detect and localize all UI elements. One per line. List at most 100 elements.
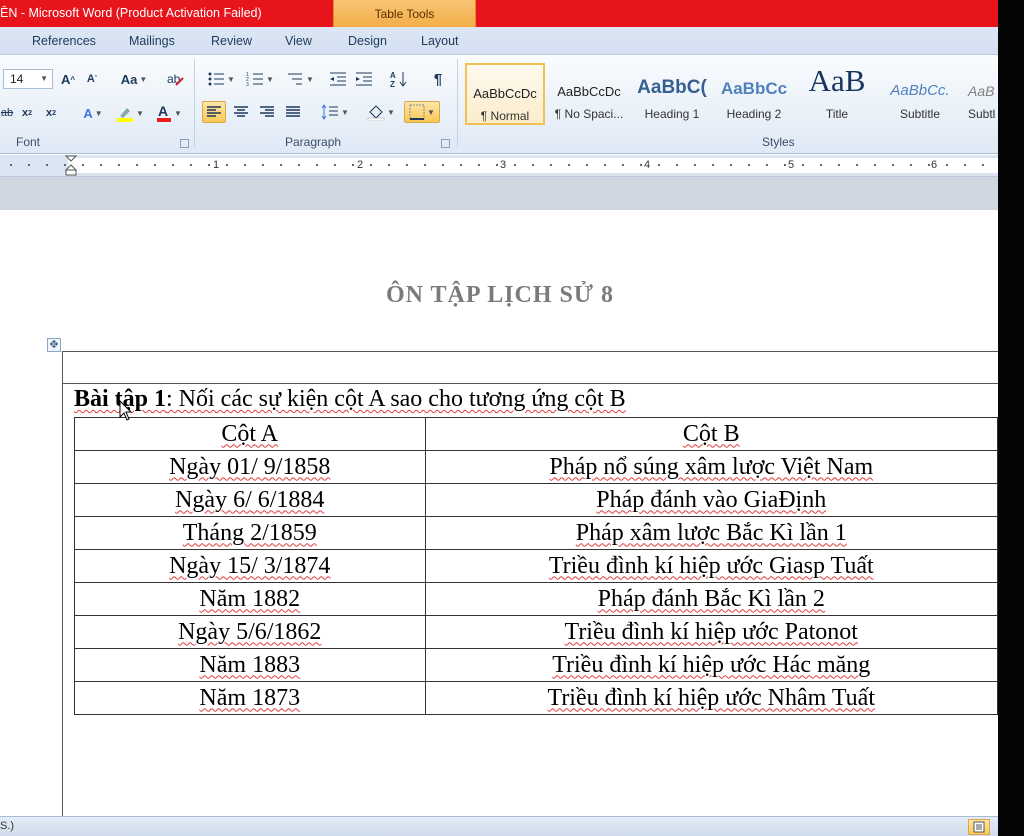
style-title[interactable]: AaB Title — [797, 63, 877, 125]
table-cell[interactable]: Triều đình kí hiệp ước Giasp Tuất — [424, 549, 998, 583]
ruler-tick — [460, 164, 462, 166]
ruler-tick — [370, 164, 372, 166]
highlight-color-button[interactable]: ▼ — [113, 102, 147, 124]
ruler-tick — [676, 164, 678, 166]
ruler-tick — [604, 164, 606, 166]
justify-button[interactable] — [282, 101, 304, 123]
ruler-tick — [352, 164, 354, 166]
ruler-tick — [388, 164, 390, 166]
line-spacing-button[interactable]: ▼ — [318, 101, 352, 123]
table-cell[interactable]: Triều đình kí hiệp ước Patonot — [424, 615, 998, 649]
table-cell[interactable]: Pháp đánh Bắc Kì lần 2 — [424, 582, 998, 616]
bullets-icon — [208, 72, 225, 86]
table-move-handle-icon[interactable]: ✥ — [47, 338, 61, 352]
table-cell[interactable]: Pháp đánh vào GiaĐịnh — [424, 483, 998, 517]
align-right-button[interactable] — [256, 101, 278, 123]
multilevel-list-button[interactable]: ▼ — [282, 68, 318, 90]
tab-review[interactable]: Review — [211, 34, 252, 48]
column-a-header[interactable]: Cột A — [74, 417, 426, 451]
change-case-button[interactable]: Aa ▼ — [118, 68, 150, 90]
table-cell[interactable]: Năm 1873 — [74, 681, 426, 715]
ruler-tick — [334, 164, 336, 166]
cell-text: Pháp đánh vào GiaĐịnh — [596, 486, 827, 513]
ruler-tick — [46, 164, 48, 166]
ruler-tick — [568, 164, 570, 166]
ruler-number: 6 — [931, 159, 938, 171]
tab-references[interactable]: References — [32, 34, 96, 48]
print-layout-view-button[interactable] — [968, 819, 990, 835]
tab-layout[interactable]: Layout — [421, 34, 459, 48]
table-cell[interactable]: Triều đình kí hiệp ước Hác măng — [424, 648, 998, 682]
font-color-button[interactable]: A ▼ — [152, 102, 186, 124]
style-subtitle[interactable]: AaBbCc. Subtitle — [880, 63, 960, 125]
ruler-tick — [208, 164, 210, 166]
svg-text:ab: ab — [167, 72, 181, 86]
subscript-button[interactable]: x2 — [18, 102, 36, 124]
table-cell[interactable]: Năm 1883 — [74, 648, 426, 682]
document-heading: ÔN TẬP LỊCH SỬ 8 — [385, 282, 615, 308]
styles-group-label: Styles — [762, 135, 795, 149]
indent-marker-icon[interactable] — [64, 155, 78, 177]
show-formatting-button[interactable]: ¶ — [428, 68, 448, 90]
style-heading-2[interactable]: AaBbCc Heading 2 — [714, 63, 794, 125]
tab-design[interactable]: Design — [348, 34, 387, 48]
tab-mailings[interactable]: Mailings — [129, 34, 175, 48]
ruler-tick — [946, 164, 948, 166]
shrink-font-button[interactable]: Aˇ — [82, 68, 102, 90]
cell-text: Ngày 15/ 3/1874 — [169, 552, 331, 579]
table-cell[interactable]: Tháng 2/1859 — [74, 516, 426, 550]
increase-indent-button[interactable] — [353, 68, 375, 90]
shading-button[interactable]: ▼ — [364, 101, 398, 123]
ruler-tick — [244, 164, 246, 166]
mouse-pointer-icon — [119, 400, 133, 421]
strikethrough-button[interactable]: ab — [0, 102, 14, 124]
clear-formatting-button[interactable]: ab — [163, 68, 187, 90]
ruler-tick — [820, 164, 822, 166]
font-size-combo[interactable]: 14 ▼ — [3, 69, 53, 89]
table-cell[interactable]: Ngày 15/ 3/1874 — [74, 549, 426, 583]
ruler-tick — [838, 164, 840, 166]
style-name: Title — [825, 107, 849, 121]
ruler-tick — [622, 164, 624, 166]
document-page[interactable]: ÔN TẬP LỊCH SỬ 8 ✥ Bài tập 1: Nối các sự… — [0, 210, 1002, 821]
style-normal[interactable]: AaBbCcDc ¶ Normal — [465, 63, 545, 125]
ruler-tick — [442, 164, 444, 166]
borders-button[interactable]: ▼ — [404, 101, 440, 123]
style-no-spacing[interactable]: AaBbCcDc ¶ No Spaci... — [549, 63, 629, 125]
table-cell[interactable]: Ngày 5/6/1862 — [74, 615, 426, 649]
borders-icon — [409, 104, 425, 120]
ruler-tick — [802, 164, 804, 166]
ruler-tick — [28, 164, 30, 166]
style-subtle-emphasis[interactable]: AaB Subtl — [960, 63, 998, 125]
align-left-button[interactable] — [202, 101, 226, 123]
decrease-indent-button[interactable] — [327, 68, 349, 90]
table-cell[interactable]: Pháp nổ súng xâm lược Việt Nam — [424, 450, 998, 484]
ruler-tick — [658, 164, 660, 166]
align-center-button[interactable] — [230, 101, 252, 123]
superscript-button[interactable]: x2 — [42, 102, 60, 124]
ruler-tick — [10, 164, 12, 166]
header-text: Cột B — [682, 420, 740, 447]
text-effects-button[interactable]: A ▼ — [78, 102, 108, 124]
column-b-header[interactable]: Cột B — [424, 417, 998, 451]
style-name: Heading 1 — [644, 107, 700, 121]
table-cell[interactable]: Triều đình kí hiệp ước Nhâm Tuất — [424, 681, 998, 715]
table-cell[interactable]: Ngày 01/ 9/1858 — [74, 450, 426, 484]
numbering-button[interactable]: 1 2 3 ▼ — [242, 68, 278, 90]
tab-view[interactable]: View — [285, 34, 312, 48]
cell-text: Năm 1882 — [199, 585, 301, 612]
style-preview: AaBbC( — [637, 77, 707, 98]
table-cell[interactable]: Năm 1882 — [74, 582, 426, 616]
font-dialog-launcher[interactable] — [180, 139, 189, 148]
svg-text:3: 3 — [246, 82, 249, 87]
grow-font-button[interactable]: A ^ — [58, 68, 78, 90]
horizontal-ruler[interactable]: 1 2 3 4 5 6 — [0, 155, 998, 177]
bullets-button[interactable]: ▼ — [203, 68, 239, 90]
paragraph-dialog-launcher[interactable] — [441, 139, 450, 148]
table-cell[interactable]: Pháp xâm lược Bắc Kì lần 1 — [424, 516, 998, 550]
style-name: ¶ Normal — [480, 109, 530, 123]
sort-button[interactable]: AZ — [388, 68, 410, 90]
matching-table: Cột A Cột B Ngày 01/ 9/1858 Pháp nổ súng… — [74, 417, 998, 715]
style-heading-1[interactable]: AaBbC( Heading 1 — [632, 63, 712, 125]
table-cell[interactable]: Ngày 6/ 6/1884 — [74, 483, 426, 517]
